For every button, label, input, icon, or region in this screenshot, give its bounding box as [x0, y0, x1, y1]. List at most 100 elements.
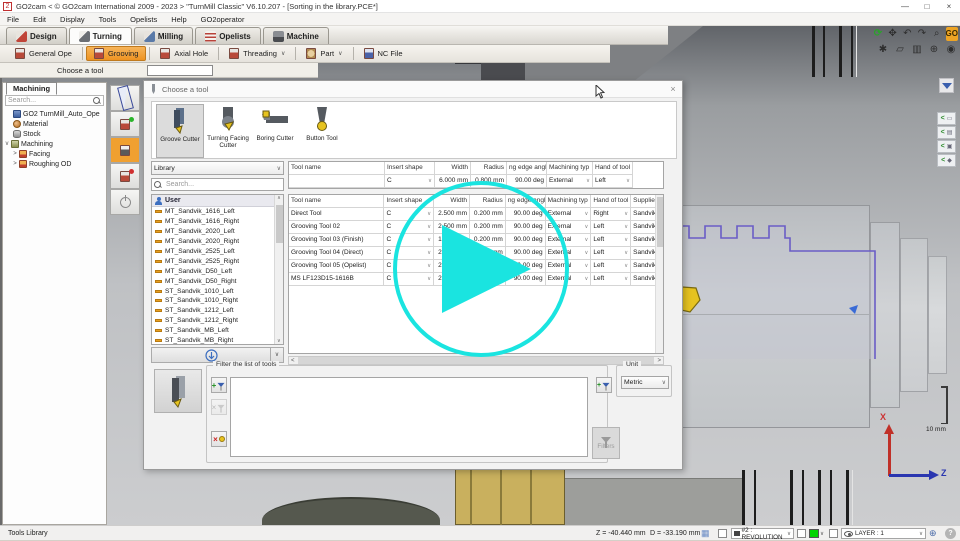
- layer-zoom-button[interactable]: ⊕: [929, 528, 937, 539]
- tree-item-roughing-od[interactable]: >Roughing OD: [3, 159, 106, 169]
- column-header[interactable]: ng edge angle: [507, 162, 547, 175]
- tab-opelists[interactable]: Opelists: [195, 27, 261, 44]
- menu-item[interactable]: Help: [164, 15, 193, 24]
- caret-right-icon[interactable]: >: [11, 161, 19, 167]
- tool-type-boring-cutter[interactable]: Boring Cutter: [251, 104, 299, 158]
- column-header[interactable]: Width: [435, 162, 471, 175]
- scrollbar-thumb[interactable]: [657, 197, 663, 247]
- close-button[interactable]: ×: [938, 0, 960, 13]
- scroll-right-icon[interactable]: >: [655, 358, 663, 364]
- show-fixture-button[interactable]: < ▣: [937, 140, 956, 153]
- column-header[interactable]: Radius: [471, 162, 507, 175]
- library-item[interactable]: ST_Sandvik_1212_Left: [152, 306, 274, 316]
- caret-down-icon[interactable]: v: [3, 141, 11, 147]
- column-header[interactable]: Hand of tool: [591, 195, 631, 208]
- minimize-button[interactable]: —: [894, 0, 916, 13]
- menu-item[interactable]: Opelists: [123, 15, 164, 24]
- tree-item-project[interactable]: GO2 TurnMill_Auto_Ope: [3, 109, 106, 119]
- library-item[interactable]: MT_Sandvik_2525_Left: [152, 247, 274, 257]
- column-header[interactable]: Machining typ: [546, 195, 592, 208]
- color-checkbox[interactable]: [797, 529, 806, 538]
- add-filter-button[interactable]: +: [211, 377, 227, 393]
- tree-search-input[interactable]: Search...: [5, 95, 104, 106]
- caret-right-icon[interactable]: >: [11, 151, 19, 157]
- column-header[interactable]: Insert shape: [385, 162, 435, 175]
- tree-item-machining[interactable]: vMachining: [3, 139, 106, 149]
- menu-item[interactable]: File: [0, 15, 26, 24]
- tool-on-button[interactable]: [110, 111, 140, 137]
- column-header[interactable]: Tool name: [289, 162, 385, 175]
- library-item[interactable]: ST_Sandvik_1010_Right: [152, 296, 274, 306]
- scrollbar-thumb[interactable]: [276, 205, 283, 243]
- general-ope-button[interactable]: General Ope: [8, 46, 79, 61]
- tab-machining-panel[interactable]: Machining: [6, 82, 57, 95]
- redo-icon[interactable]: ↷: [916, 27, 928, 41]
- tool-off-button[interactable]: [110, 163, 140, 189]
- library-search-input[interactable]: Search...: [151, 178, 284, 191]
- tool-type-button-tool[interactable]: Button Tool: [298, 104, 346, 158]
- library-item[interactable]: MT_Sandvik_1616_Left: [152, 207, 274, 217]
- sync-icon[interactable]: ⟳: [872, 27, 884, 41]
- visibility-filter-button[interactable]: [939, 78, 954, 93]
- library-item[interactable]: MT_Sandvik_2525_Right: [152, 256, 274, 266]
- column-header[interactable]: Machining typ: [547, 162, 593, 175]
- pan-icon[interactable]: ✥: [887, 27, 899, 41]
- tab-machine[interactable]: Machine: [263, 27, 329, 44]
- scrollbar-thumb[interactable]: [298, 357, 655, 364]
- clear-filters-button[interactable]: ×: [211, 431, 227, 447]
- tab-turning[interactable]: Turning: [69, 27, 132, 44]
- library-item[interactable]: MT_Sandvik_2020_Left: [152, 227, 274, 237]
- library-scrollbar[interactable]: ∧ ∨: [274, 195, 283, 344]
- nc-file-button[interactable]: NC File: [357, 46, 410, 61]
- delete-icon[interactable]: ▥: [910, 43, 924, 57]
- active-filters-list[interactable]: [230, 377, 588, 457]
- choose-tool-mode-button[interactable]: [110, 137, 140, 163]
- choose-tool-input[interactable]: [147, 65, 213, 76]
- visibility-icon[interactable]: ◉: [944, 43, 958, 57]
- zoom-icon[interactable]: ⌕: [931, 27, 943, 41]
- library-group-user[interactable]: User: [152, 195, 283, 207]
- eraser-icon[interactable]: ▱: [893, 43, 907, 57]
- video-play-icon[interactable]: [442, 225, 531, 313]
- library-item[interactable]: ST_Sandvik_1212_Right: [152, 316, 274, 326]
- show-part-button[interactable]: < ▤: [937, 126, 956, 139]
- color-picker[interactable]: ∨: [809, 529, 824, 538]
- library-item[interactable]: MT_Sandvik_D50_Left: [152, 266, 274, 276]
- threading-button[interactable]: Threading∨: [222, 46, 292, 61]
- library-item[interactable]: ST_Sandvik_MB_Right: [152, 336, 274, 345]
- tree-item-facing[interactable]: >Facing: [3, 149, 106, 159]
- axial-hole-button[interactable]: Axial Hole: [153, 46, 215, 61]
- menu-item[interactable]: Tools: [92, 15, 124, 24]
- filters-button[interactable]: Filters: [592, 427, 620, 459]
- apply-filter-button[interactable]: +: [596, 377, 612, 393]
- scroll-left-icon[interactable]: <: [289, 358, 297, 364]
- menu-item[interactable]: Edit: [26, 15, 53, 24]
- part-button[interactable]: Part∨: [299, 46, 349, 61]
- help-button[interactable]: ?: [945, 528, 956, 539]
- tab-milling[interactable]: Milling: [134, 27, 193, 44]
- unit-select[interactable]: Metric∨: [621, 376, 669, 389]
- grid-snap-button[interactable]: ▦: [701, 528, 710, 539]
- layer-checkbox[interactable]: [829, 529, 838, 538]
- library-select[interactable]: Library∨: [151, 161, 284, 175]
- tab-design[interactable]: Design: [6, 27, 67, 44]
- grooving-button[interactable]: Grooving: [86, 46, 146, 61]
- library-item[interactable]: MT_Sandvik_2020_Right: [152, 237, 274, 247]
- plane-checkbox[interactable]: [718, 529, 727, 538]
- select-mode-button[interactable]: [110, 85, 140, 111]
- power-button[interactable]: [110, 189, 140, 215]
- tree-item-stock[interactable]: Stock: [3, 129, 106, 139]
- library-item[interactable]: ST_Sandvik_MB_Left: [152, 326, 274, 336]
- layer-select[interactable]: LAYER : 1∨: [841, 528, 926, 539]
- tree-item-material[interactable]: Material: [3, 119, 106, 129]
- undo-icon[interactable]: ↶: [901, 27, 913, 41]
- tool-type-groove-cutter[interactable]: Groove Cutter: [156, 104, 204, 158]
- go2operator-icon[interactable]: GO: [946, 27, 958, 41]
- library-item[interactable]: MT_Sandvik_D50_Right: [152, 276, 274, 286]
- column-header[interactable]: Tool name: [289, 195, 384, 208]
- plane-select[interactable]: #2 : REVOLUTION∨: [731, 528, 794, 539]
- remove-filter-button[interactable]: ×: [211, 399, 227, 415]
- column-header[interactable]: Hand of tool: [593, 162, 633, 175]
- measure-icon[interactable]: ✱: [876, 43, 890, 57]
- menu-item[interactable]: GO2operator: [194, 15, 252, 24]
